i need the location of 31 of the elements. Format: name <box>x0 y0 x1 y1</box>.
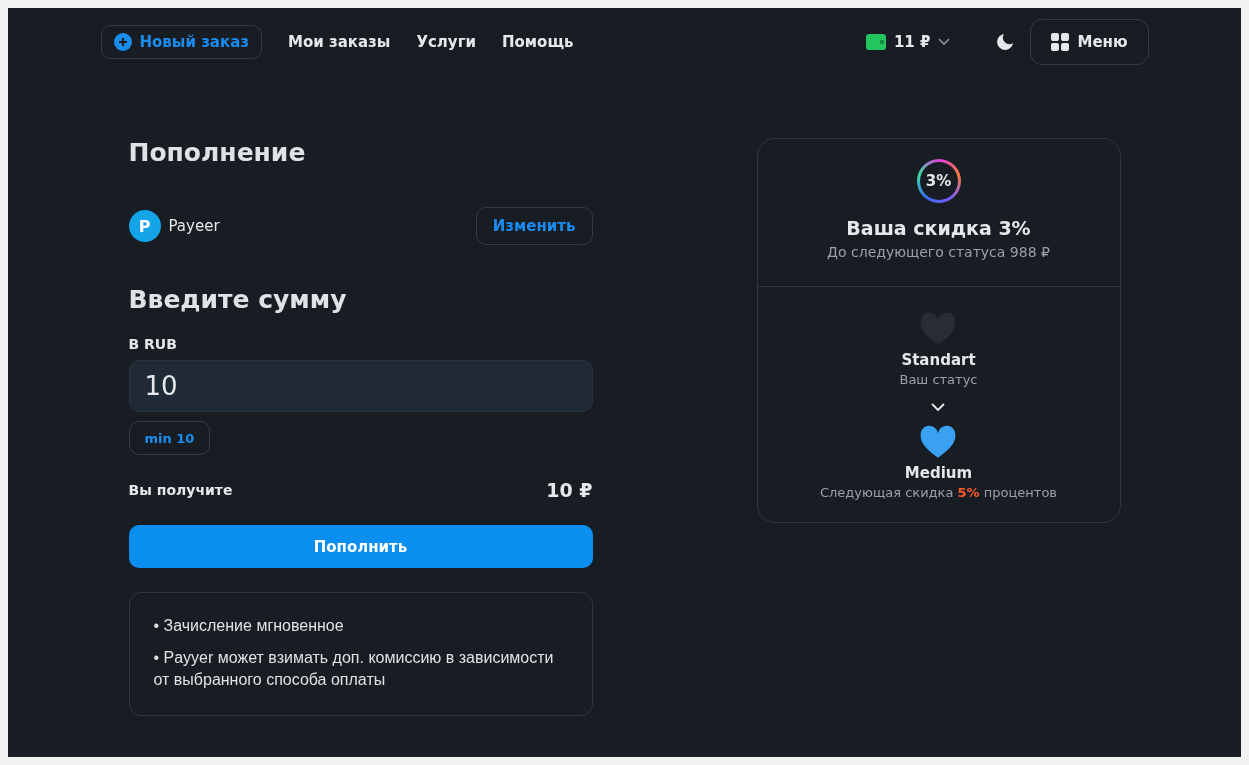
nav-link[interactable]: Мои заказы <box>288 32 391 51</box>
moon-icon <box>996 32 1015 51</box>
plus-circle-icon <box>113 32 132 51</box>
receive-label: Вы получите <box>128 482 233 498</box>
discount-subtitle: До следующего статуса 988 ₽ <box>827 244 1050 260</box>
wallet-icon <box>865 33 886 50</box>
payment-method-name: Payeer <box>168 217 220 235</box>
payment-logo: P <box>128 210 161 242</box>
nav-link[interactable]: Услуги <box>416 32 476 51</box>
menu-button[interactable]: Меню <box>1030 18 1149 65</box>
tier-name: Standart <box>901 351 976 369</box>
new-order-button[interactable]: Новый заказ <box>100 24 262 59</box>
tier-caption: Ваш статус <box>899 372 978 387</box>
field-label: В RUB <box>128 336 178 352</box>
info-note: • Зачисление мгновенное <box>153 616 345 636</box>
discount-ring: 3% <box>916 159 961 203</box>
min-amount-chip[interactable]: min 10 <box>128 421 211 455</box>
tier-name: Medium <box>904 464 973 482</box>
tier-caption: Следующая скидка 5% процентов <box>820 485 1057 500</box>
change-button[interactable]: Изменить <box>475 207 593 245</box>
grid-icon <box>1051 32 1070 51</box>
section-title: Введите сумму <box>128 285 348 314</box>
chevron-down-icon <box>938 37 951 46</box>
amount-input[interactable]: 10 <box>128 360 593 412</box>
page-title: Пополнение <box>128 138 307 167</box>
nav-link[interactable]: Помощь <box>502 32 574 51</box>
receive-amount: 10 ₽ <box>546 479 593 501</box>
info-note: • Рayyer может взимать доп. комиссию в зависимости от выбранного способа оплаты <box>153 648 555 690</box>
balance-button[interactable]: 11 ₽ <box>859 31 957 52</box>
discount-title: Ваша скидка 3% <box>846 217 1031 239</box>
chevron-down-icon <box>931 403 946 412</box>
